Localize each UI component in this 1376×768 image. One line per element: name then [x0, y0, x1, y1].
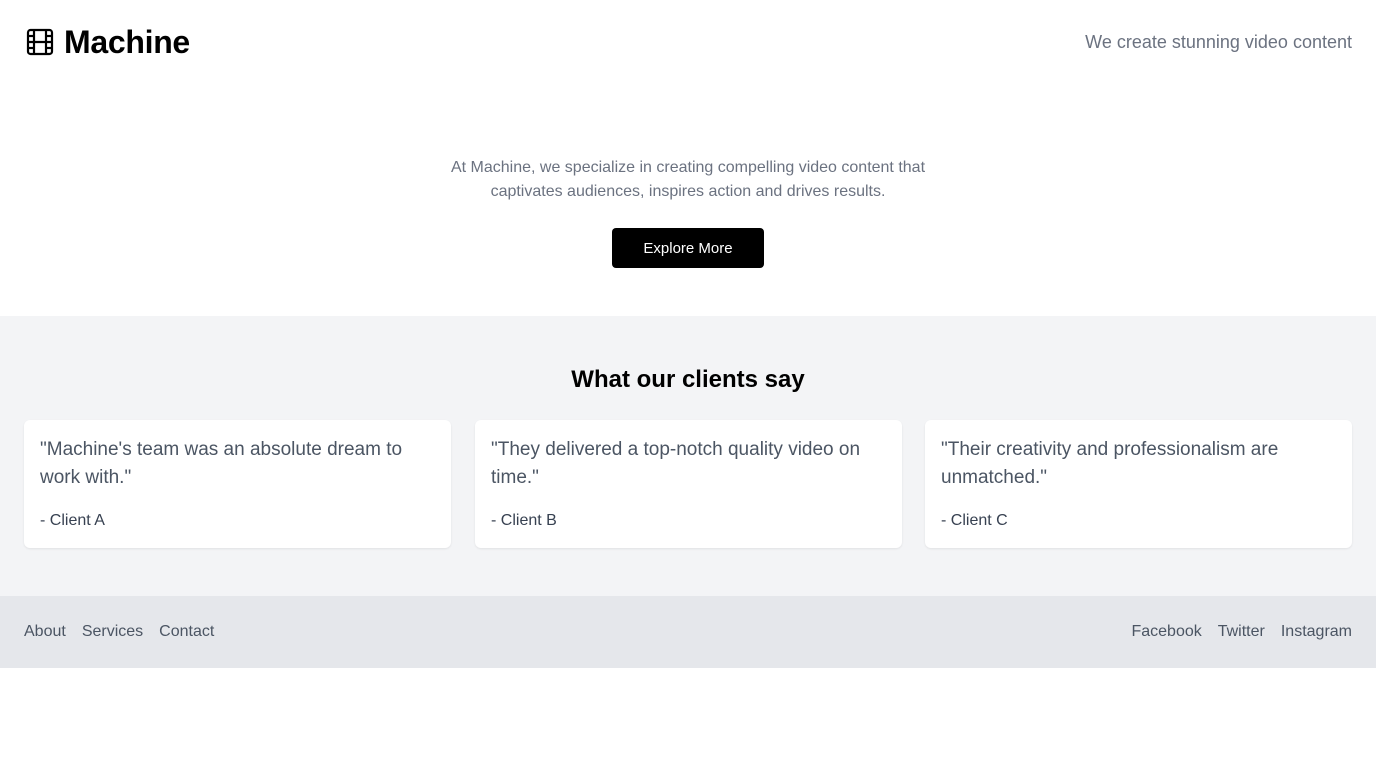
testimonial-author: - Client C: [941, 512, 1008, 529]
hero-section: At Machine, we specialize in creating co…: [0, 84, 1376, 316]
footer-social: Facebook Twitter Instagram: [1131, 622, 1352, 642]
footer-link-about[interactable]: About: [24, 622, 66, 642]
site-header: Machine We create stunning video content: [0, 0, 1376, 84]
footer-nav: About Services Contact: [24, 622, 214, 642]
brand-name: Machine: [64, 24, 190, 60]
film-icon: [26, 28, 54, 56]
explore-more-button[interactable]: Explore More: [612, 228, 764, 268]
testimonial-quote: "They delivered a top-notch quality vide…: [491, 439, 861, 488]
testimonial-quote: "Machine's team was an absolute dream to…: [40, 439, 403, 488]
header-tagline: We create stunning video content: [1085, 32, 1352, 52]
hero-description: At Machine, we specialize in creating co…: [450, 159, 926, 200]
testimonial-author: - Client B: [491, 512, 557, 529]
footer-link-services[interactable]: Services: [82, 622, 143, 642]
testimonial-card: "Machine's team was an absolute dream to…: [24, 420, 451, 548]
social-link-instagram[interactable]: Instagram: [1281, 622, 1352, 642]
testimonials-section: What our clients say "Machine's team was…: [0, 316, 1376, 596]
testimonial-quote: "Their creativity and professionalism ar…: [941, 439, 1279, 488]
footer-link-contact[interactable]: Contact: [159, 622, 214, 642]
testimonial-card: "Their creativity and professionalism ar…: [925, 420, 1352, 548]
testimonials-title: What our clients say: [571, 366, 805, 393]
social-link-facebook[interactable]: Facebook: [1131, 622, 1201, 642]
social-link-twitter[interactable]: Twitter: [1218, 622, 1265, 642]
testimonial-card: "They delivered a top-notch quality vide…: [475, 420, 902, 548]
site-footer: About Services Contact Facebook Twitter …: [0, 596, 1376, 668]
testimonial-author: - Client A: [40, 512, 105, 529]
brand[interactable]: Machine: [26, 24, 190, 60]
